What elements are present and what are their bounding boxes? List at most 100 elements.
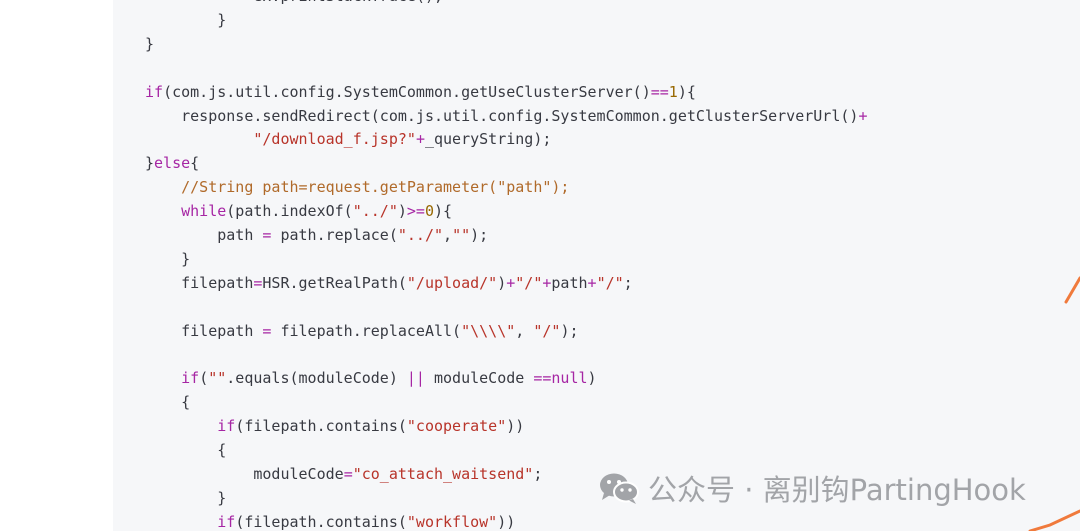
code-line: { [145, 440, 226, 460]
code-token: 1 [668, 82, 678, 101]
code-line: } [145, 249, 190, 269]
code-line: ex.printStackTrace(); [145, 0, 443, 6]
code-token: path.replace( [271, 226, 398, 244]
code-token: "../" [352, 202, 398, 221]
code-token: ) [587, 369, 597, 388]
decorative-stroke [1064, 276, 1080, 304]
code-token: } [145, 34, 155, 53]
code-token: filepath [145, 273, 254, 292]
code-token: ) [397, 202, 407, 221]
code-token: } [145, 154, 155, 173]
code-token: || [406, 369, 425, 388]
code-line: if(com.js.util.config.SystemCommon.getUs… [145, 82, 696, 102]
code-line: "/download_f.jsp?"+_queryString); [145, 129, 551, 149]
code-token: (com.js.util.config.SystemCommon.getUseC… [163, 82, 651, 101]
code-token: "co_attach_waitsend" [352, 465, 534, 483]
code-token: + [506, 273, 516, 292]
code-token: moduleCode [145, 465, 344, 483]
code-token: )) [506, 417, 525, 436]
code-line: filepath=HSR.getRealPath("/upload/")+"/"… [145, 273, 633, 293]
code-token: if [217, 417, 236, 436]
code-token: "workflow" [406, 512, 498, 531]
code-token: } [145, 249, 191, 268]
code-line: path = path.replace("../",""); [145, 225, 488, 245]
code-line: response.sendRedirect(com.js.util.config… [145, 106, 867, 126]
code-token: = [343, 465, 353, 483]
decorative-stroke [1028, 509, 1080, 531]
code-token: filepath [145, 321, 263, 340]
code-token: "/" [596, 273, 624, 292]
code-token: >= [406, 202, 425, 221]
code-block: ex.printStackTrace(); }}if(com.js.util.c… [113, 0, 1080, 531]
code-token: == [650, 82, 669, 101]
code-token: //String path=request.getParameter("path… [181, 178, 570, 197]
code-line: } [145, 10, 226, 30]
code-line: while(path.indexOf("../")>=0){ [145, 201, 452, 221]
code-token: (path.indexOf( [226, 202, 353, 221]
code-token: "" [452, 226, 471, 244]
code-token: else [154, 154, 191, 173]
code-token: path [145, 226, 263, 244]
code-token: "cooperate" [406, 417, 507, 436]
code-token: moduleCode [424, 369, 534, 388]
code-token: ; [533, 465, 543, 483]
code-token: if [217, 512, 236, 531]
code-token: { [145, 393, 191, 412]
watermark: 公众号 · 离别钩PartingHook [598, 468, 1026, 508]
code-token: } [145, 10, 227, 29]
code-token: ){ [434, 202, 453, 221]
code-token: ) [497, 273, 507, 292]
code-line: if("".equals(moduleCode) || moduleCode =… [145, 368, 597, 388]
code-line: { [145, 392, 190, 412]
code-token: ( [199, 369, 209, 388]
code-token: (filepath.contains( [235, 512, 407, 531]
code-token: "" [208, 369, 227, 388]
code-token: 0 [424, 202, 434, 221]
code-line: } [145, 34, 154, 54]
code-token: + [415, 130, 425, 149]
code-line: //String path=request.getParameter("path… [145, 177, 569, 197]
code-token: "/upload/" [406, 273, 498, 292]
code-line: } [145, 488, 226, 508]
code-token: ); [560, 321, 579, 340]
code-token: , [515, 321, 534, 340]
code-token: null [551, 369, 588, 388]
code-token: _queryString); [424, 130, 552, 149]
code-token: + [587, 273, 597, 292]
wechat-icon [598, 471, 640, 505]
code-token: ){ [677, 82, 696, 101]
code-line: moduleCode="co_attach_waitsend"; [145, 464, 542, 484]
code-token: == [533, 369, 552, 388]
code-line: }else{ [145, 153, 199, 173]
code-token: ); [470, 226, 489, 244]
code-token: } [145, 488, 227, 507]
code-line: filepath = filepath.replaceAll("\\\\", "… [145, 321, 579, 341]
code-token: (filepath.contains( [235, 417, 407, 436]
code-token: "../" [397, 226, 444, 244]
code-token: path [551, 273, 588, 292]
code-token: ; [623, 273, 633, 292]
code-line: if(filepath.contains("workflow")) [145, 512, 515, 531]
code-token: HSR.getRealPath( [262, 273, 407, 292]
code-token: + [858, 106, 868, 125]
code-token: { [190, 154, 200, 173]
code-token: if [181, 369, 200, 388]
code-token: "/" [533, 321, 561, 340]
code-token: ex.printStackTrace(); [145, 0, 443, 5]
code-token: "\\\\" [461, 321, 516, 340]
code-token: )) [497, 512, 516, 531]
code-token: while [181, 202, 227, 221]
watermark-text: 公众号 · 离别钩PartingHook [648, 473, 1026, 507]
code-token: .equals(moduleCode) [226, 369, 407, 388]
code-token: , [443, 226, 453, 244]
code-token: "/download_f.jsp?" [253, 130, 416, 149]
code-token: if [145, 82, 164, 101]
code-token: filepath.replaceAll( [271, 321, 462, 340]
code-token: { [145, 441, 227, 460]
code-token: response.sendRedirect(com.js.util.config… [145, 106, 859, 125]
